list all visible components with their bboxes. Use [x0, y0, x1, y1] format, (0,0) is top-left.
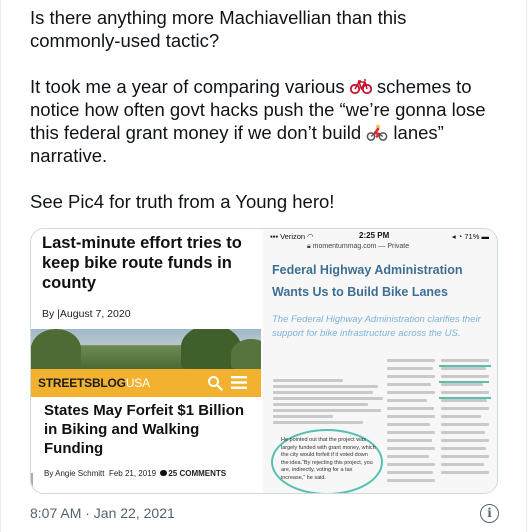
- media-image-right[interactable]: ▪▪▪ Verizon ◠ 2:25 PM ◂ ◔ 71% ▬ 🔒︎ momen…: [263, 229, 497, 493]
- tweet-paragraph-1: Is there anything more Machiavellian tha…: [30, 7, 407, 51]
- momentum-article-subtitle: The Federal Highway Administration clari…: [272, 314, 481, 339]
- browser-url-bar: 🔒︎ momentummag.com — Private: [307, 243, 410, 250]
- tweet-container: Is there anything more Machiavellian tha…: [0, 0, 527, 532]
- tweet-text: Is there anything more Machiavellian tha…: [30, 6, 500, 213]
- tweet-timestamp[interactable]: 8:07 AM · Jan 22, 2021: [30, 505, 175, 521]
- streetsblog-headline: States May Forfeit $1 Billion in Biking …: [44, 402, 245, 457]
- article-headline: Last-minute effort tries to keep bike ro…: [42, 234, 242, 292]
- momentum-article-title: Federal Highway Administration Wants Us …: [272, 263, 463, 299]
- menu-icon[interactable]: [231, 376, 247, 389]
- bicycle-icon: [349, 79, 372, 95]
- streetsblog-byline: By Angie Schmitt Feb 21, 2019 25 COMMENT…: [44, 469, 227, 478]
- tweet-paragraph-2: It took me a year of comparing various s…: [30, 76, 486, 166]
- media-grid[interactable]: Last-minute effort tries to keep bike ro…: [30, 228, 498, 494]
- streetsblog-header: STREETSBLOGUSA: [31, 369, 261, 397]
- article-byline: By |August 7, 2020: [42, 308, 131, 320]
- bike-rack-graphic: [31, 473, 37, 493]
- phone-status-bar: ▪▪▪ Verizon ◠ 2:25 PM ◂ ◔ 71% ▬: [263, 229, 497, 243]
- comment-icon: [160, 470, 168, 476]
- battery-indicator: ◂ ◔ 71% ▬: [451, 232, 489, 241]
- media-image-left[interactable]: Last-minute effort tries to keep bike ro…: [31, 229, 263, 493]
- search-icon[interactable]: [207, 375, 223, 391]
- cyclist-icon: [366, 124, 388, 141]
- info-icon[interactable]: i: [480, 504, 499, 523]
- tweet-paragraph-3: See Pic4 for truth from a Young hero!: [30, 191, 335, 212]
- highlighted-quote: He pointed out that the project was larg…: [281, 437, 376, 481]
- carrier-label: ▪▪▪ Verizon ◠: [270, 232, 314, 241]
- article-photo: [31, 329, 261, 369]
- streetsblog-logo: STREETSBLOGUSA: [38, 376, 150, 390]
- status-time: 2:25 PM: [359, 231, 390, 240]
